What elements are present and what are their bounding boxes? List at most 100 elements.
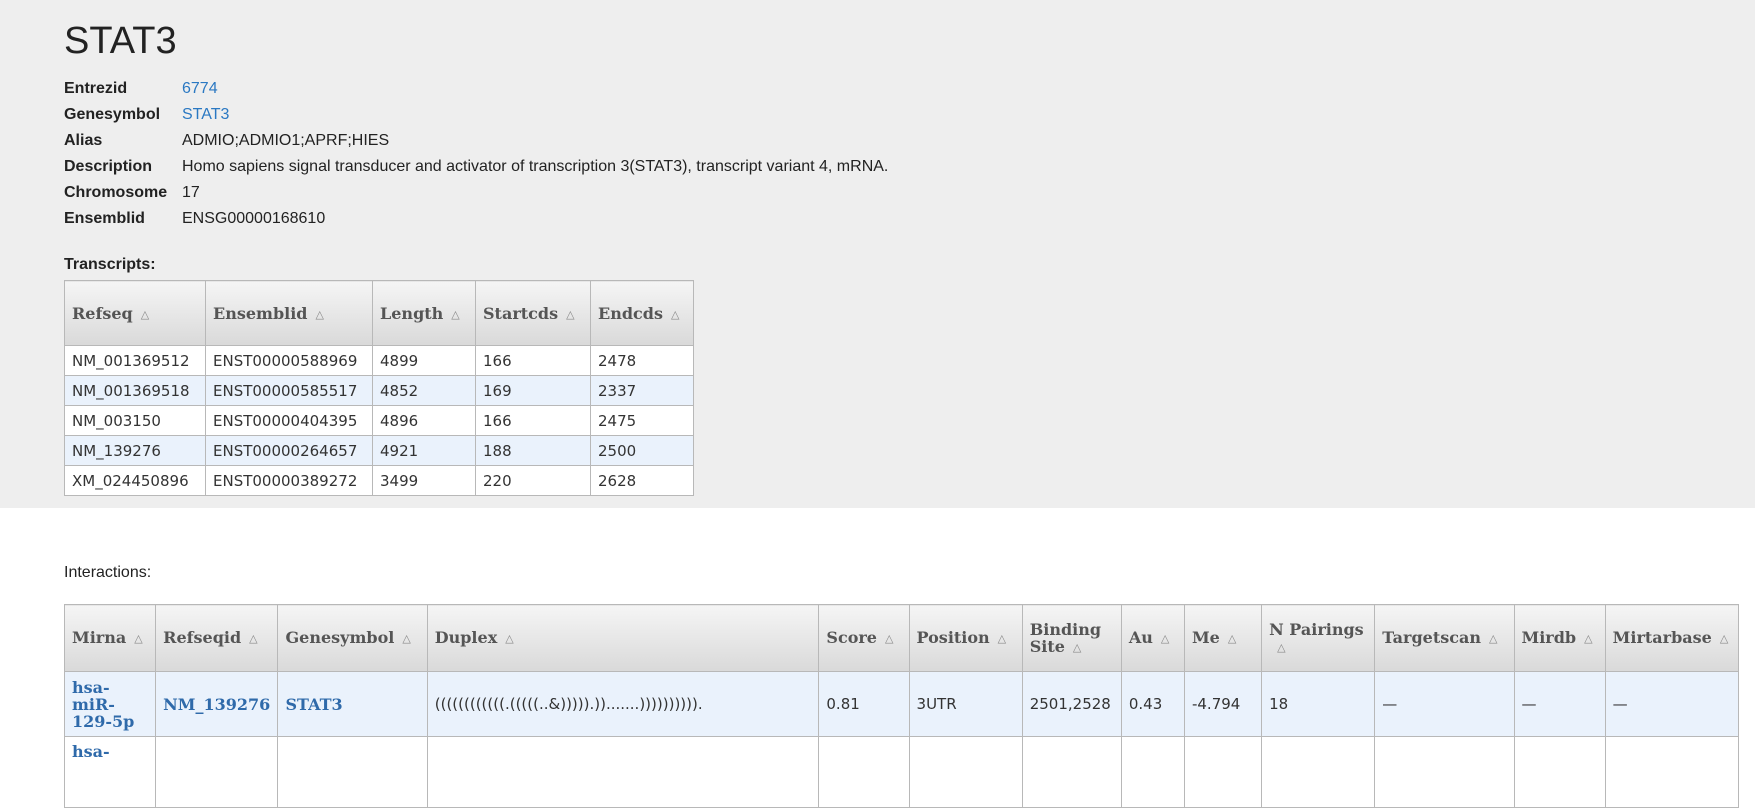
column-header-label: Refseqid <box>163 628 242 647</box>
sort-caret-icon: △ <box>451 307 460 321</box>
table-cell: 220 <box>475 465 591 496</box>
duplex-cell: ((((((((((((.(((((..&))))).)).......))))… <box>426 671 820 737</box>
ensemblid-value: ENSG00000168610 <box>182 210 326 227</box>
au-cell: 0.43 <box>1120 671 1185 737</box>
me-cell: -4.794 <box>1183 671 1263 737</box>
column-header-refseq[interactable]: Refseq △ <box>64 280 206 346</box>
column-header-refseqid[interactable]: Refseqid △ <box>155 604 279 672</box>
table-header-row: Refseq △ Ensemblid △ Length △ Startcds △ End… <box>64 280 694 346</box>
table-cell: 166 <box>475 405 591 436</box>
column-header-startcds[interactable]: Startcds △ <box>475 280 591 346</box>
column-header-label: Position <box>916 628 990 647</box>
table-cell: 2475 <box>590 405 694 436</box>
table-cell: ENST00000264657 <box>205 435 373 466</box>
column-header-endcds[interactable]: Endcds △ <box>590 280 694 346</box>
info-label: Description <box>64 158 153 175</box>
alias-value: ADMIO;ADMIO1;APRF;HIES <box>182 132 390 149</box>
column-header-label: N Pairings <box>1269 619 1364 639</box>
column-header-label: Startcds <box>483 303 559 323</box>
table-cell: NM_003150 <box>64 405 206 436</box>
sort-caret-icon: △ <box>1488 632 1498 645</box>
table-cell: 2337 <box>590 375 694 406</box>
table-cell: NM_139276 <box>64 435 206 466</box>
column-header-label: Mirtarbase <box>1612 628 1712 647</box>
sort-caret-icon: △ <box>670 307 680 321</box>
n-pairings-cell: 18 <box>1261 671 1376 737</box>
info-row-ensemblid: Ensemblid ENSG00000168610 <box>64 206 1755 232</box>
column-header-position[interactable]: Position △ <box>908 604 1023 672</box>
column-header-n-pairings[interactable]: N Pairings△ <box>1261 604 1376 672</box>
sort-caret-icon: △ <box>1160 632 1170 645</box>
table-row: hsa- <box>63 736 1740 808</box>
position-cell: 3UTR <box>908 671 1023 737</box>
info-label: Ensemblid <box>64 210 145 227</box>
table-cell <box>426 736 820 808</box>
info-row-entrezid: Entrezid 6774 <box>64 76 1755 102</box>
mirna-link[interactable]: hsa- <box>63 736 157 808</box>
sort-caret-icon: △ <box>402 632 411 645</box>
column-header-ensemblid[interactable]: Ensemblid △ <box>205 280 373 346</box>
table-header-row: Mirna △ Refseqid △ Genesymbol △ Duplex △ Sco… <box>63 604 1740 672</box>
column-header-binding-site[interactable]: Binding Site △ <box>1021 604 1122 672</box>
column-header-label: Length <box>380 303 444 323</box>
table-cell: 166 <box>475 345 591 376</box>
info-label: Entrezid <box>64 80 128 97</box>
column-header-label: Mirna <box>72 628 127 647</box>
table-row: NM_003150 ENST00000404395 4896 166 2475 <box>64 405 694 436</box>
table-cell: 4896 <box>372 405 476 436</box>
table-cell <box>155 736 279 808</box>
column-header-me[interactable]: Me △ <box>1183 604 1263 672</box>
genesymbol-link[interactable]: STAT3 <box>277 671 428 737</box>
table-cell: ENST00000404395 <box>205 405 373 436</box>
column-header-label: Au <box>1128 628 1153 647</box>
column-header-label: Me <box>1191 628 1220 647</box>
column-header-label: Genesymbol <box>285 628 395 647</box>
info-label: Alias <box>64 132 103 149</box>
sort-caret-icon: △ <box>505 632 514 645</box>
column-header-genesymbol[interactable]: Genesymbol △ <box>277 604 428 672</box>
interactions-panel: Interactions: Mirna △ Refseqid △ Genesymbo… <box>0 562 1755 808</box>
table-cell: NM_001369512 <box>64 345 206 376</box>
score-cell: 0.81 <box>818 671 910 737</box>
column-header-targetscan[interactable]: Targetscan △ <box>1374 604 1515 672</box>
chromosome-value: 17 <box>182 184 200 201</box>
table-cell: 4921 <box>372 435 476 466</box>
table-cell: 4852 <box>372 375 476 406</box>
sort-caret-icon: △ <box>249 632 258 645</box>
table-cell <box>1120 736 1185 808</box>
table-cell: NM_001369518 <box>64 375 206 406</box>
column-header-label: Ensemblid <box>213 303 308 323</box>
genesymbol-link[interactable]: STAT3 <box>182 102 229 128</box>
column-header-mirtarbase[interactable]: Mirtarbase △ <box>1604 604 1740 672</box>
gene-info-list: Entrezid 6774 Genesymbol STAT3 Alias ADM… <box>64 76 1755 232</box>
mirtarbase-cell: — <box>1604 671 1740 737</box>
column-header-mirna[interactable]: Mirna △ <box>63 604 157 672</box>
table-cell: 4899 <box>372 345 476 376</box>
sort-caret-icon: △ <box>134 632 143 645</box>
sort-caret-icon: △ <box>566 307 575 321</box>
info-row-chromosome: Chromosome 17 <box>64 180 1755 206</box>
table-cell <box>1604 736 1740 808</box>
table-row: NM_001369512 ENST00000588969 4899 166 24… <box>64 345 694 376</box>
table-cell <box>908 736 1023 808</box>
table-cell <box>818 736 910 808</box>
sort-caret-icon: △ <box>884 632 894 645</box>
column-header-score[interactable]: Score △ <box>818 604 910 672</box>
table-cell: XM_024450896 <box>64 465 206 496</box>
sort-caret-icon: △ <box>1277 640 1286 654</box>
refseqid-link[interactable]: NM_139276 <box>155 671 279 737</box>
sort-caret-icon: △ <box>315 307 324 321</box>
transcripts-table: Refseq △ Ensemblid △ Length △ Startcds △ End… <box>64 280 694 496</box>
column-header-duplex[interactable]: Duplex △ <box>426 604 820 672</box>
table-cell: 2478 <box>590 345 694 376</box>
mirna-link[interactable]: hsa-miR-129-5p <box>63 671 157 737</box>
column-header-mirdb[interactable]: Mirdb △ <box>1513 604 1606 672</box>
column-header-au[interactable]: Au △ <box>1120 604 1185 672</box>
table-cell: ENST00000389272 <box>205 465 373 496</box>
transcripts-heading: Transcripts: <box>64 256 156 273</box>
interactions-heading: Interactions: <box>64 564 152 581</box>
entrezid-link[interactable]: 6774 <box>182 76 218 102</box>
column-header-length[interactable]: Length △ <box>372 280 476 346</box>
info-label: Genesymbol <box>64 106 161 123</box>
column-header-label: Targetscan <box>1382 628 1481 647</box>
